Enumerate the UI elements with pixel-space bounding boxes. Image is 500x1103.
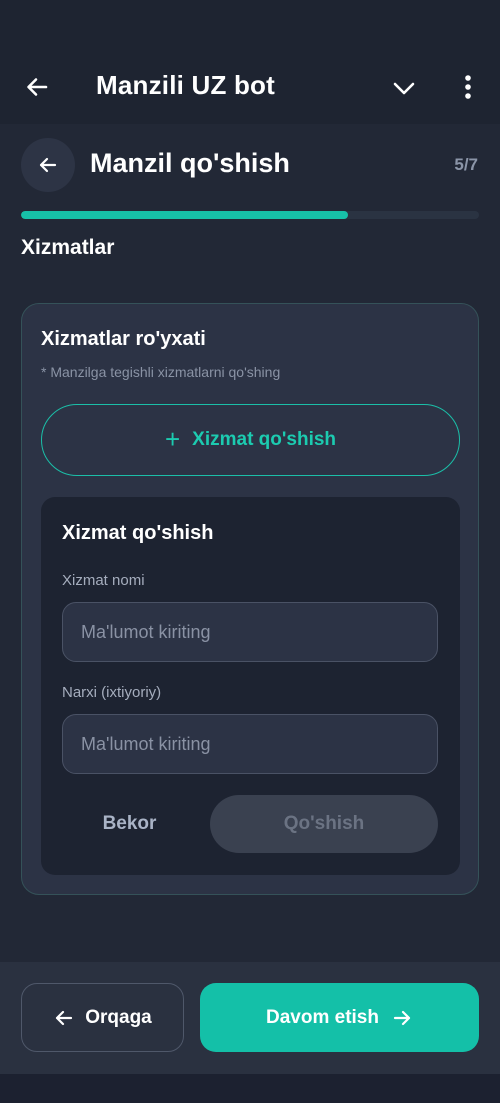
step-counter: 5/7 (454, 155, 478, 174)
more-vertical-icon[interactable] (456, 72, 480, 102)
back-button-footer[interactable]: Orqaga (21, 983, 184, 1052)
service-name-label: Xizmat nomi (62, 572, 145, 589)
back-label: Orqaga (85, 1006, 152, 1028)
arrow-right-icon (391, 1007, 413, 1029)
chevron-down-icon[interactable] (390, 74, 418, 102)
page-header: Manzil qo'shish 5/7 (0, 124, 500, 214)
continue-button[interactable]: Davom etish (200, 983, 479, 1052)
add-service-label: Xizmat qo'shish (192, 429, 337, 450)
section-title: Xizmatlar (21, 236, 115, 259)
app-bar: Manzili UZ bot (0, 50, 500, 124)
page-title: Manzil qo'shish (90, 148, 290, 178)
price-input[interactable] (62, 714, 438, 774)
app-title: Manzili UZ bot (96, 70, 275, 100)
card-hint: * Manzilga tegishli xizmatlarni qo'shing (41, 364, 281, 380)
add-service-form: Xizmat qo'shish Xizmat nomi Narxi (ixtiy… (41, 497, 460, 875)
status-bar (0, 0, 500, 50)
card-title: Xizmatlar ro'yxati (41, 328, 206, 350)
plus-icon: + (164, 424, 181, 454)
add-button[interactable]: Qo'shish (210, 795, 438, 853)
price-label: Narxi (ixtiyoriy) (62, 684, 162, 701)
service-name-input[interactable] (62, 602, 438, 662)
bottom-bar: Orqaga Davom etish (0, 962, 500, 1074)
add-service-button[interactable]: + Xizmat qo'shish (41, 404, 460, 476)
continue-label: Davom etish (266, 1006, 379, 1028)
arrow-left-icon (53, 1007, 75, 1029)
services-card: Xizmatlar ro'yxati * Manzilga tegishli x… (21, 303, 479, 895)
cancel-button[interactable]: Bekor (62, 795, 197, 853)
form-title: Xizmat qo'shish (62, 522, 214, 544)
system-nav-area (0, 1074, 500, 1103)
back-button[interactable] (21, 138, 75, 192)
arrow-left-icon (37, 154, 59, 176)
arrow-left-icon[interactable] (22, 72, 52, 102)
progress-bar (21, 211, 479, 219)
progress-fill (21, 211, 348, 219)
